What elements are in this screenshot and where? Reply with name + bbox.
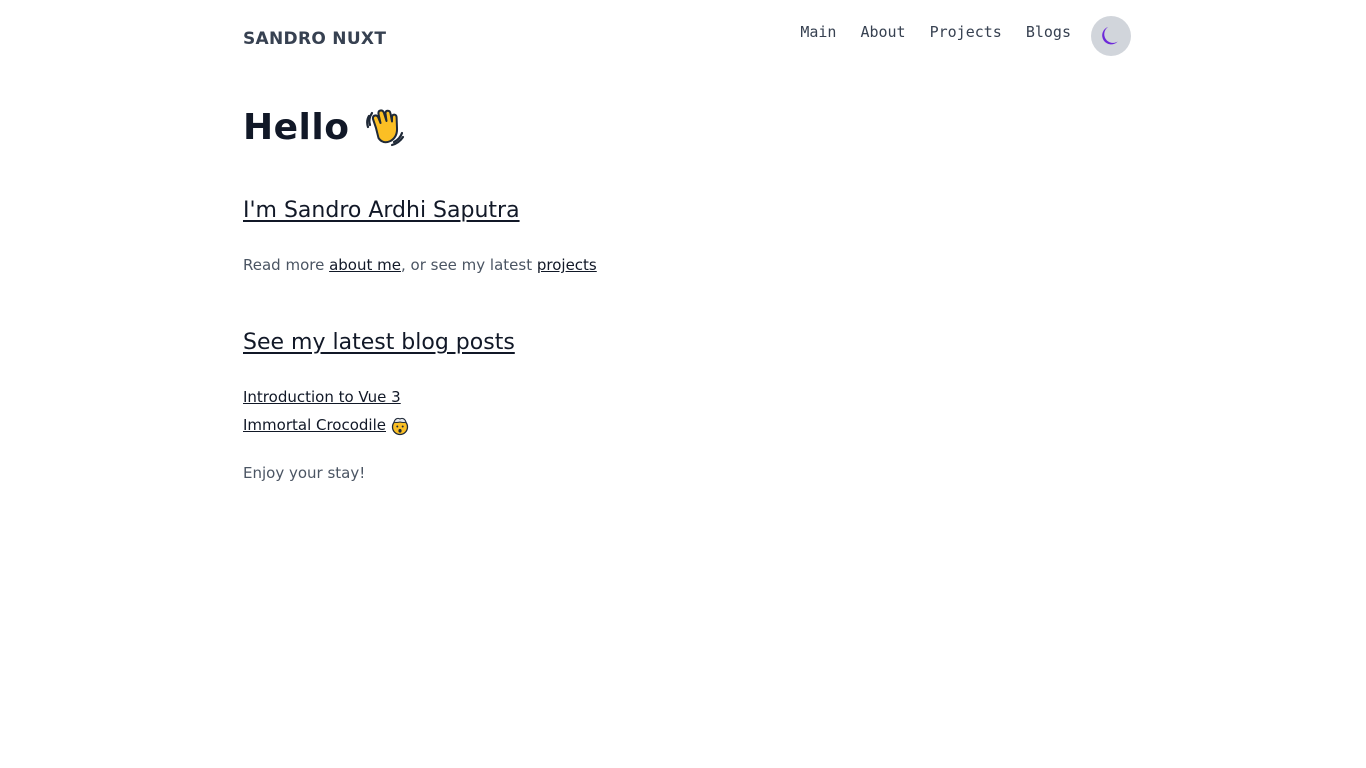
moon-icon xyxy=(1098,23,1124,49)
blog-post-title: Immortal Crocodile xyxy=(243,416,386,434)
exploding-head-icon xyxy=(390,416,410,436)
blog-post-link[interactable]: Immortal Crocodile xyxy=(243,414,410,436)
nav-link-main[interactable]: Main xyxy=(800,16,836,48)
intro-heading[interactable]: I'm Sandro Ardhi Saputra xyxy=(243,198,520,223)
list-item: Immortal Crocodile xyxy=(243,414,410,442)
blog-post-title: Introduction to Vue 3 xyxy=(243,388,401,406)
readmore-middle: , or see my latest xyxy=(400,256,537,274)
projects-link[interactable]: projects xyxy=(537,256,597,274)
site-header: SANDRO NUXT Main About Projects Blogs xyxy=(243,0,1131,80)
waving-hand-icon xyxy=(363,106,405,148)
blog-section-heading[interactable]: See my latest blog posts xyxy=(243,330,515,355)
readmore-text: Read more about me, or see my latest pro… xyxy=(243,256,597,274)
readmore-prefix: Read more xyxy=(243,256,330,274)
brand-logo-link[interactable]: SANDRO NUXT xyxy=(243,29,386,49)
blog-post-list: Introduction to Vue 3 Immortal Crocodile xyxy=(243,386,410,442)
nav-link-projects[interactable]: Projects xyxy=(930,16,1002,48)
about-me-link[interactable]: about me xyxy=(329,256,401,274)
blog-post-link[interactable]: Introduction to Vue 3 xyxy=(243,386,401,408)
greeting-heading: Hello xyxy=(243,106,405,148)
nav-link-about[interactable]: About xyxy=(860,16,905,48)
page-container: SANDRO NUXT Main About Projects Blogs He… xyxy=(243,0,1131,482)
nav-link-blogs[interactable]: Blogs xyxy=(1026,16,1071,48)
theme-toggle-button[interactable] xyxy=(1091,16,1131,56)
closing-text: Enjoy your stay! xyxy=(243,464,366,482)
main-nav: Main About Projects Blogs xyxy=(800,16,1131,56)
greeting-text: Hello xyxy=(243,106,350,148)
list-item: Introduction to Vue 3 xyxy=(243,386,410,414)
